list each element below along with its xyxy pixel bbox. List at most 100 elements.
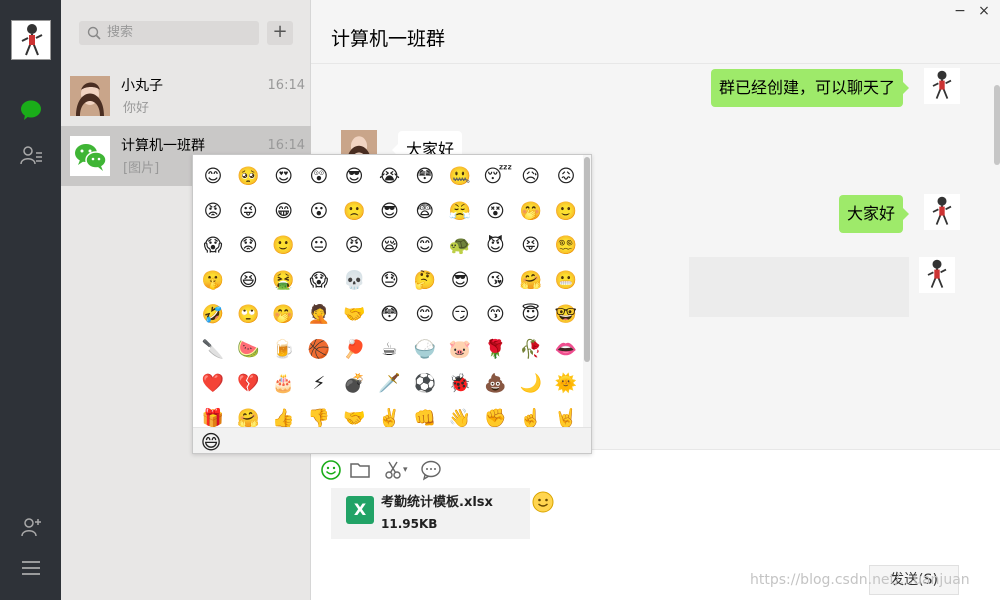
emoji-item[interactable]: 🤫 xyxy=(201,269,225,293)
emoji-category-tab[interactable]: 😄 xyxy=(199,430,223,453)
emoji-item[interactable]: 🤔 xyxy=(413,269,437,293)
emoji-item[interactable]: 😳 xyxy=(378,303,402,327)
emoji-item[interactable]: 😓 xyxy=(378,269,402,293)
emoji-item[interactable]: 🐢 xyxy=(448,234,472,258)
screenshot-dropdown-arrow[interactable]: ▾ xyxy=(403,460,408,480)
emoji-item[interactable]: 😭 xyxy=(378,165,402,189)
emoji-item[interactable]: ✊ xyxy=(483,407,507,428)
emoji-item[interactable]: 😳 xyxy=(413,165,437,189)
emoji-item[interactable]: 😪 xyxy=(378,234,402,258)
emoji-item[interactable]: 😝 xyxy=(519,234,543,258)
emoji-item[interactable]: 😬 xyxy=(554,269,578,293)
emoji-item[interactable]: 😡 xyxy=(201,200,225,224)
emoji-item[interactable]: 🤭 xyxy=(519,200,543,224)
emoji-item[interactable]: 😎 xyxy=(448,269,472,293)
emoji-item[interactable]: 🍉 xyxy=(236,338,260,362)
emoji-item[interactable]: 😙 xyxy=(483,303,507,327)
emoji-item[interactable]: 😨 xyxy=(413,200,437,224)
emoji-item[interactable]: 🌹 xyxy=(483,338,507,362)
emoji-item[interactable]: ☕ xyxy=(378,338,402,362)
emoji-item[interactable]: 👎 xyxy=(307,407,331,428)
emoji-item[interactable]: 🤦 xyxy=(307,303,331,327)
emoji-item[interactable]: 🌙 xyxy=(519,372,543,396)
emoji-item[interactable]: 😲 xyxy=(307,165,331,189)
emoji-item[interactable]: 🏀 xyxy=(307,338,331,362)
emoji-item[interactable]: 🥀 xyxy=(519,338,543,362)
emoji-item[interactable]: 🙂 xyxy=(554,200,578,224)
emoji-item[interactable]: 💀 xyxy=(342,269,366,293)
emoji-item[interactable]: 🤣 xyxy=(201,303,225,327)
emoji-item[interactable]: 😵‍💫 xyxy=(554,234,578,258)
close-button[interactable]: × xyxy=(976,4,992,20)
minimize-button[interactable]: − xyxy=(952,4,968,20)
emoji-item[interactable]: 😊 xyxy=(201,165,225,189)
image-message[interactable] xyxy=(689,257,909,317)
emoji-item[interactable]: 🙁 xyxy=(342,200,366,224)
chat-icon[interactable] xyxy=(19,98,43,122)
menu-icon[interactable] xyxy=(19,556,43,580)
emoji-item[interactable]: 🍚 xyxy=(413,338,437,362)
scissors-icon[interactable] xyxy=(383,459,405,481)
my-avatar[interactable] xyxy=(11,20,51,60)
emoji-item[interactable]: 😥 xyxy=(519,165,543,189)
emoji-item[interactable]: 😍 xyxy=(272,165,296,189)
emoji-item[interactable]: 🙄 xyxy=(236,303,260,327)
emoji-item[interactable]: 🥺 xyxy=(236,165,260,189)
add-friend-icon[interactable] xyxy=(19,515,43,539)
emoji-item[interactable]: 😎 xyxy=(378,200,402,224)
emoji-item[interactable]: 🐷 xyxy=(448,338,472,362)
emoji-item[interactable]: ☝️ xyxy=(519,407,543,428)
chat-scrollbar[interactable] xyxy=(994,85,1000,165)
emoji-item[interactable]: ⚡ xyxy=(307,372,331,396)
emoji-item[interactable]: 🎁 xyxy=(201,407,225,428)
emoji-item[interactable]: 👋 xyxy=(448,407,472,428)
message-bubble-sent[interactable]: 群已经创建，可以聊天了 xyxy=(710,69,910,107)
emoji-scrollbar[interactable] xyxy=(583,155,591,427)
emoji-item[interactable]: 🐞 xyxy=(448,372,472,396)
emoji-picker[interactable]: 😊 🥺 😍 😲 😎 😭 😳 🤐 😴 😥 😖 😡 😜 😁 😮 🙁 😎 😨 😤 😵 🤭 🙂 😱 😟 🙂 😐 😠 😪 😊 🐢 😈 😝 😵‍💫 🤫 😆 🤮 😱 💀… xyxy=(192,154,592,454)
emoji-item[interactable]: 🤘 xyxy=(554,407,578,428)
conversation-item[interactable]: 小丸子 16:14 你好 xyxy=(61,66,311,126)
emoji-item[interactable]: 💣 xyxy=(342,372,366,396)
emoji-item[interactable]: 🤝 xyxy=(342,303,366,327)
emoji-item[interactable]: 🤗 xyxy=(236,407,260,428)
emoji-item[interactable]: 😴 xyxy=(483,165,512,189)
emoji-item[interactable]: 👍 xyxy=(272,407,296,428)
emoji-item[interactable]: 😠 xyxy=(342,234,366,258)
emoji-item[interactable]: ⚽ xyxy=(413,372,437,396)
emoji-item[interactable]: ✌️ xyxy=(378,407,402,428)
emoji-item[interactable]: 😜 xyxy=(236,200,260,224)
folder-icon[interactable] xyxy=(349,459,371,481)
emoji-item[interactable]: 😏 xyxy=(448,303,472,327)
emoji-item[interactable]: 🤮 xyxy=(272,269,296,293)
emoji-item[interactable]: 😇 xyxy=(519,303,543,327)
emoji-item[interactable]: 😟 xyxy=(236,234,260,258)
emoji-item[interactable]: 😖 xyxy=(554,165,578,189)
emoji-item[interactable]: 🗡️ xyxy=(378,372,402,396)
emoji-item[interactable]: 😎 xyxy=(342,165,366,189)
start-group-button[interactable]: + xyxy=(267,21,293,45)
emoji-item[interactable]: 🤓 xyxy=(554,303,578,327)
emoji-item[interactable]: 😊 xyxy=(413,303,437,327)
emoji-scrollbar-thumb[interactable] xyxy=(584,157,590,362)
message-bubble-sent[interactable]: 大家好 xyxy=(838,195,910,233)
emoji-item[interactable]: 😐 xyxy=(307,234,331,258)
emoji-item[interactable]: 💔 xyxy=(236,372,260,396)
file-attachment-card[interactable]: X 考勤统计模板.xlsx 11.95KB xyxy=(331,488,530,539)
emoji-item[interactable]: ❤️ xyxy=(201,372,225,396)
emoji-item[interactable]: 😱 xyxy=(201,234,225,258)
emoji-item[interactable]: 🎂 xyxy=(272,372,296,396)
chat-history-icon[interactable] xyxy=(420,459,442,481)
emoji-item[interactable]: 😱 xyxy=(307,269,331,293)
emoji-item[interactable]: 💩 xyxy=(483,372,507,396)
emoji-item[interactable]: 🌞 xyxy=(554,372,578,396)
emoji-item[interactable]: 😈 xyxy=(483,234,507,258)
emoji-item[interactable]: 🏓 xyxy=(342,338,366,362)
emoji-item[interactable]: 🙂 xyxy=(272,234,296,258)
emoji-item[interactable]: 😆 xyxy=(236,269,260,293)
emoji-item[interactable]: 😮 xyxy=(307,200,331,224)
emoji-item[interactable]: 😘 xyxy=(483,269,507,293)
contacts-icon[interactable] xyxy=(19,143,43,167)
emoji-item[interactable]: 😁 xyxy=(272,200,296,224)
emoji-item[interactable]: 😊 xyxy=(413,234,437,258)
